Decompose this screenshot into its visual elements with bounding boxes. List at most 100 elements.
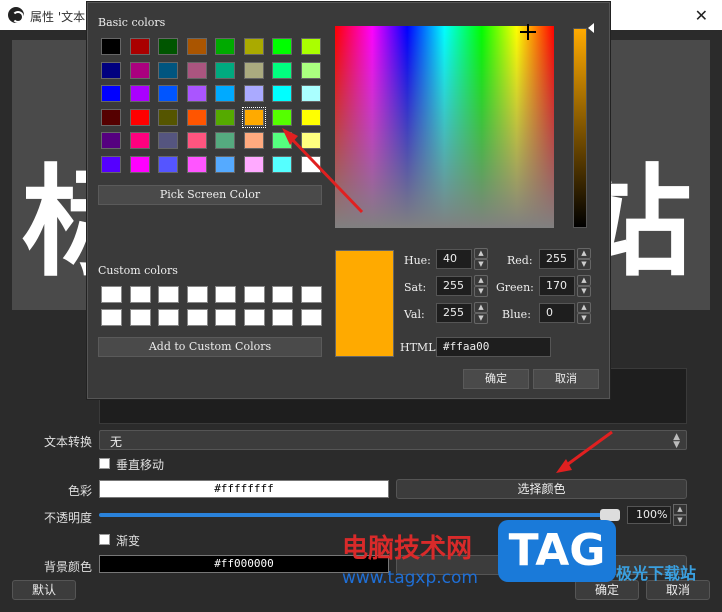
- color-swatch[interactable]: [243, 85, 264, 102]
- gradient-checkbox[interactable]: [99, 534, 110, 545]
- hue-stepper[interactable]: ▲ ▼: [474, 248, 488, 270]
- color-swatch[interactable]: [300, 38, 321, 55]
- sat-input[interactable]: 255: [436, 276, 472, 296]
- html-input[interactable]: #ffaa00: [436, 337, 551, 357]
- color-swatch[interactable]: [101, 38, 121, 55]
- color-swatch[interactable]: [272, 155, 292, 173]
- custom-color-swatch[interactable]: [101, 309, 122, 326]
- color-swatch[interactable]: [101, 85, 121, 102]
- color-swatch[interactable]: [272, 85, 292, 102]
- color-swatch[interactable]: [186, 155, 207, 173]
- color-swatch[interactable]: [101, 108, 121, 126]
- color-swatch[interactable]: [300, 132, 321, 149]
- color-swatch[interactable]: [243, 155, 264, 173]
- current-color-preview: [335, 250, 394, 357]
- color-swatch[interactable]: [129, 132, 150, 149]
- color-swatch[interactable]: [215, 38, 235, 55]
- color-swatch[interactable]: [129, 61, 150, 79]
- sat-stepper[interactable]: ▲ ▼: [474, 275, 488, 297]
- color-swatch[interactable]: [300, 108, 321, 126]
- color-swatch[interactable]: [215, 85, 235, 102]
- crosshair-icon: [520, 24, 536, 40]
- custom-color-swatch[interactable]: [272, 286, 293, 303]
- red-input[interactable]: 255: [539, 249, 575, 269]
- color-swatch[interactable]: [186, 61, 207, 79]
- window-title: 属性 '文本: [30, 10, 86, 24]
- color-swatch[interactable]: [272, 61, 292, 79]
- color-swatch[interactable]: [215, 108, 235, 126]
- luminance-slider[interactable]: [573, 28, 587, 228]
- custom-color-swatch[interactable]: [129, 309, 151, 326]
- html-label: HTML:: [400, 341, 440, 354]
- val-stepper[interactable]: ▲ ▼: [474, 302, 488, 324]
- color-swatch[interactable]: [243, 38, 264, 55]
- add-custom-colors-button[interactable]: Add to Custom Colors: [98, 337, 322, 357]
- custom-color-swatch[interactable]: [101, 286, 122, 303]
- color-swatch[interactable]: [101, 155, 121, 173]
- color-swatch[interactable]: [158, 155, 178, 173]
- color-swatch[interactable]: [186, 108, 207, 126]
- hue-input[interactable]: 40: [436, 249, 472, 269]
- pick-screen-color-button[interactable]: Pick Screen Color: [98, 185, 322, 205]
- custom-color-swatch[interactable]: [300, 309, 322, 326]
- color-swatch[interactable]: [186, 85, 207, 102]
- custom-color-swatch[interactable]: [158, 286, 179, 303]
- color-swatch[interactable]: [158, 108, 178, 126]
- green-stepper[interactable]: ▲ ▼: [577, 275, 591, 297]
- close-icon[interactable]: ✕: [695, 6, 708, 25]
- custom-color-swatch[interactable]: [186, 309, 208, 326]
- color-swatch[interactable]: [241, 106, 266, 128]
- color-spectrum[interactable]: [335, 24, 554, 228]
- custom-color-swatch[interactable]: [300, 286, 322, 303]
- luminance-pointer-icon[interactable]: [588, 23, 594, 33]
- color-swatch[interactable]: [158, 132, 178, 149]
- color-swatch[interactable]: [129, 85, 150, 102]
- opacity-slider-track[interactable]: [99, 513, 619, 517]
- text-transform-select[interactable]: 无 ▲ ▼: [99, 430, 687, 450]
- opacity-label: 不透明度: [43, 511, 92, 525]
- color-swatch[interactable]: [243, 132, 264, 149]
- custom-color-swatch[interactable]: [186, 286, 208, 303]
- color-swatch[interactable]: [158, 61, 178, 79]
- val-input[interactable]: 255: [436, 303, 472, 323]
- color-swatch[interactable]: [272, 38, 292, 55]
- color-swatch[interactable]: [186, 38, 207, 55]
- color-swatch[interactable]: [158, 38, 178, 55]
- blue-input[interactable]: 0: [539, 303, 575, 323]
- custom-color-swatch[interactable]: [215, 309, 236, 326]
- color-swatch[interactable]: [129, 38, 150, 55]
- color-swatch[interactable]: [215, 155, 235, 173]
- color-swatch[interactable]: [215, 61, 235, 79]
- chevron-updown-icon: ▲ ▼: [673, 432, 680, 450]
- custom-color-swatch[interactable]: [158, 309, 179, 326]
- dialog-cancel-button[interactable]: 取消: [533, 369, 599, 389]
- color-swatch[interactable]: [300, 85, 321, 102]
- color-swatch[interactable]: [300, 155, 321, 173]
- color-swatch[interactable]: [215, 132, 235, 149]
- color-swatch[interactable]: [129, 155, 150, 173]
- color-swatch[interactable]: [101, 61, 121, 79]
- red-stepper[interactable]: ▲ ▼: [577, 248, 591, 270]
- dialog-ok-button[interactable]: 确定: [463, 369, 529, 389]
- color-swatch[interactable]: [243, 61, 264, 79]
- select-color-button[interactable]: 选择颜色: [396, 479, 687, 499]
- color-swatch[interactable]: [300, 61, 321, 79]
- color-swatch[interactable]: [101, 132, 121, 149]
- color-swatch[interactable]: [129, 108, 150, 126]
- custom-color-swatch[interactable]: [129, 286, 151, 303]
- custom-color-swatch[interactable]: [215, 286, 236, 303]
- color-swatch[interactable]: [158, 85, 178, 102]
- blue-stepper[interactable]: ▲ ▼: [577, 302, 591, 324]
- opacity-stepper[interactable]: ▲ ▼: [673, 504, 687, 526]
- color-swatch[interactable]: [272, 132, 292, 149]
- vertical-checkbox[interactable]: [99, 458, 110, 469]
- custom-color-swatch[interactable]: [272, 309, 293, 326]
- custom-color-swatch[interactable]: [243, 286, 265, 303]
- color-swatch[interactable]: [186, 132, 207, 149]
- text-transform-value: 无: [110, 435, 123, 449]
- color-swatch[interactable]: [272, 108, 292, 126]
- custom-color-swatch[interactable]: [243, 309, 265, 326]
- green-input[interactable]: 170: [539, 276, 575, 296]
- opacity-input[interactable]: 100%: [627, 506, 671, 524]
- defaults-button[interactable]: 默认: [12, 580, 76, 600]
